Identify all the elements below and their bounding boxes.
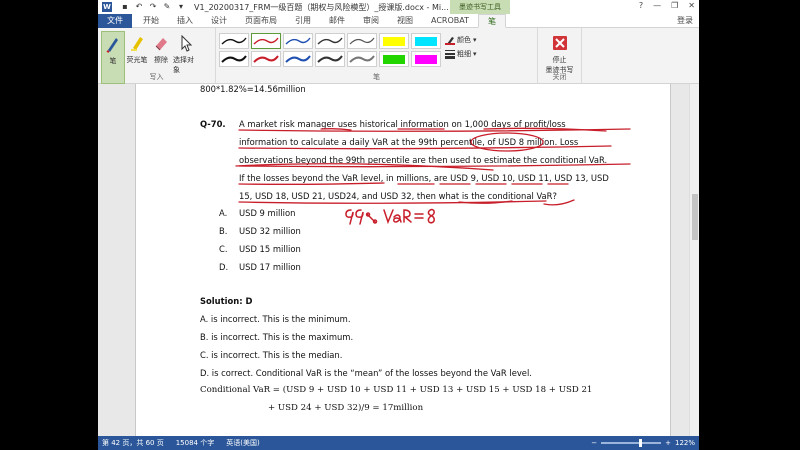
option-letter: D.	[219, 262, 229, 272]
pen-style-black-2[interactable]	[219, 51, 249, 67]
option-text: USD 32 million	[239, 226, 301, 236]
write-group: 笔 荧光笔 擦除 选择对象 写入	[98, 28, 216, 84]
tab-mailings[interactable]: 邮件	[320, 14, 354, 28]
ink-tools-context-tab: 墨迹书写工具	[450, 0, 510, 14]
zoom-level[interactable]: 122%	[675, 439, 695, 447]
formula-line: Conditional VaR = (USD 9 + USD 10 + USD …	[200, 385, 593, 395]
question-line: 15, USD 18, USD 21, USD24, and USD 32, t…	[239, 191, 557, 201]
pen-quick-icon[interactable]: ✎	[160, 1, 174, 13]
close-button[interactable]: ✕	[688, 1, 695, 10]
pen-style-red[interactable]	[251, 33, 281, 49]
title-bar: W ▪ ↶ ↷ ✎ ▾ V1_20200317_FRM一级百题（期权与风险模型）…	[98, 0, 699, 14]
pen-color-icon	[445, 37, 455, 45]
help-button[interactable]: ?	[639, 1, 643, 10]
zoom-slider[interactable]	[601, 439, 662, 447]
word-logo-icon: W	[102, 2, 112, 12]
solution-line: B. is incorrect. This is the maximum.	[200, 332, 354, 342]
word-count[interactable]: 15084 个字	[176, 438, 215, 448]
question-line: information to calculate a daily VaR at …	[239, 137, 579, 147]
option-letter: C.	[219, 244, 228, 254]
question-line: If the losses beyond the VaR level, in m…	[239, 173, 609, 183]
solution-title: Solution: D	[200, 296, 253, 306]
highlighter-cyan[interactable]	[411, 33, 441, 49]
pen-color-control[interactable]: 颜色 ▾	[445, 35, 477, 45]
zoom-out-button[interactable]: −	[591, 439, 597, 447]
previous-line: 800*1.82%=14.56million	[200, 84, 306, 94]
customize-quick-access-icon[interactable]: ▾	[174, 1, 188, 13]
ink-underline	[238, 128, 631, 132]
scrollbar-thumb[interactable]	[692, 194, 698, 240]
stop-inking-icon	[551, 33, 569, 53]
option-text: USD 17 million	[239, 262, 301, 272]
highlighter-green[interactable]	[379, 51, 409, 67]
document-page[interactable]: 800*1.82%=14.56million Q-70. A market ri…	[135, 84, 671, 436]
tab-home[interactable]: 开始	[134, 14, 168, 28]
option-letter: A.	[219, 208, 228, 218]
ink-handwriting	[345, 208, 435, 225]
ribbon: 笔 荧光笔 擦除 选择对象 写入 颜色 ▾ 粗细 ▾ 笔 停止 墨迹书写 关闭	[98, 28, 699, 84]
zoom-slider-knob[interactable]	[639, 439, 643, 447]
tab-references[interactable]: 引用	[286, 14, 320, 28]
tab-pen[interactable]: 笔	[478, 13, 506, 28]
minimize-button[interactable]: —	[653, 1, 661, 10]
pen-thickness-control[interactable]: 粗细 ▾	[445, 49, 477, 59]
login-link[interactable]: 登录	[677, 14, 693, 28]
redo-icon[interactable]: ↷	[146, 1, 160, 13]
pen-style-dark-2[interactable]	[315, 51, 345, 67]
pen-style-blue-2[interactable]	[283, 51, 313, 67]
tab-design[interactable]: 设计	[202, 14, 236, 28]
ink-underline	[238, 200, 547, 204]
solution-line: C. is incorrect. This is the median.	[200, 350, 343, 360]
question-line: observations beyond the 99th percentile …	[239, 155, 608, 165]
question-line: A market risk manager uses historical in…	[239, 119, 566, 129]
tab-acrobat[interactable]: ACROBAT	[422, 14, 478, 28]
pen-style-blue[interactable]	[283, 33, 313, 49]
highlighter-yellow[interactable]	[379, 33, 409, 49]
status-bar: 第 42 页，共 60 页 15084 个字 英语(美国) − + 122%	[98, 436, 699, 450]
zoom-in-button[interactable]: +	[665, 439, 671, 447]
option-letter: B.	[219, 226, 228, 236]
question-label: Q-70.	[200, 119, 226, 129]
highlighter-icon	[128, 33, 146, 53]
highlighter-magenta[interactable]	[411, 51, 441, 67]
pen-style-black[interactable]	[219, 33, 249, 49]
language-indicator[interactable]: 英语(美国)	[226, 438, 259, 448]
tab-file[interactable]: 文件	[98, 13, 132, 28]
undo-icon[interactable]: ↶	[132, 1, 146, 13]
pen-style-red-2[interactable]	[251, 51, 281, 67]
zoom-control: − + 122%	[591, 439, 695, 447]
ribbon-tabs: 文件 开始 插入 设计 页面布局 引用 邮件 审阅 视图 ACROBAT 笔 登…	[98, 13, 699, 28]
ink-underline	[458, 200, 513, 204]
pens-group: 颜色 ▾ 粗细 ▾ 笔	[216, 28, 538, 84]
tab-view[interactable]: 视图	[388, 14, 422, 28]
save-icon[interactable]: ▪	[118, 1, 132, 13]
vertical-scrollbar[interactable]	[689, 84, 699, 436]
pen-style-dark[interactable]	[315, 33, 345, 49]
word-window: W ▪ ↶ ↷ ✎ ▾ V1_20200317_FRM一级百题（期权与风险模型）…	[98, 0, 699, 450]
solution-line: A. is incorrect. This is the minimum.	[200, 314, 351, 324]
pen-icon	[104, 34, 122, 54]
ink-underline	[238, 182, 385, 185]
close-group: 停止 墨迹书写 关闭	[538, 28, 582, 84]
pen-style-gray[interactable]	[347, 33, 377, 49]
pen-thickness-icon	[445, 50, 455, 59]
solution-line: D. is correct. Conditional VaR is the “m…	[200, 368, 532, 378]
cursor-icon	[176, 33, 194, 53]
document-area: 800*1.82%=14.56million Q-70. A market ri…	[98, 84, 699, 436]
restore-button[interactable]: ❐	[671, 1, 678, 10]
pen-style-gray-2[interactable]	[347, 51, 377, 67]
tab-review[interactable]: 审阅	[354, 14, 388, 28]
page-count[interactable]: 第 42 页，共 60 页	[102, 438, 164, 448]
eraser-icon	[152, 33, 170, 53]
formula-line: + USD 24 + USD 32)/9 = 17million	[268, 403, 424, 413]
option-text: USD 9 million	[239, 208, 296, 218]
option-text: USD 15 million	[239, 244, 301, 254]
document-title: V1_20200317_FRM一级百题（期权与风险模型）_授课版.docx - …	[194, 2, 449, 12]
tab-insert[interactable]: 插入	[168, 14, 202, 28]
tab-layout[interactable]: 页面布局	[236, 14, 286, 28]
